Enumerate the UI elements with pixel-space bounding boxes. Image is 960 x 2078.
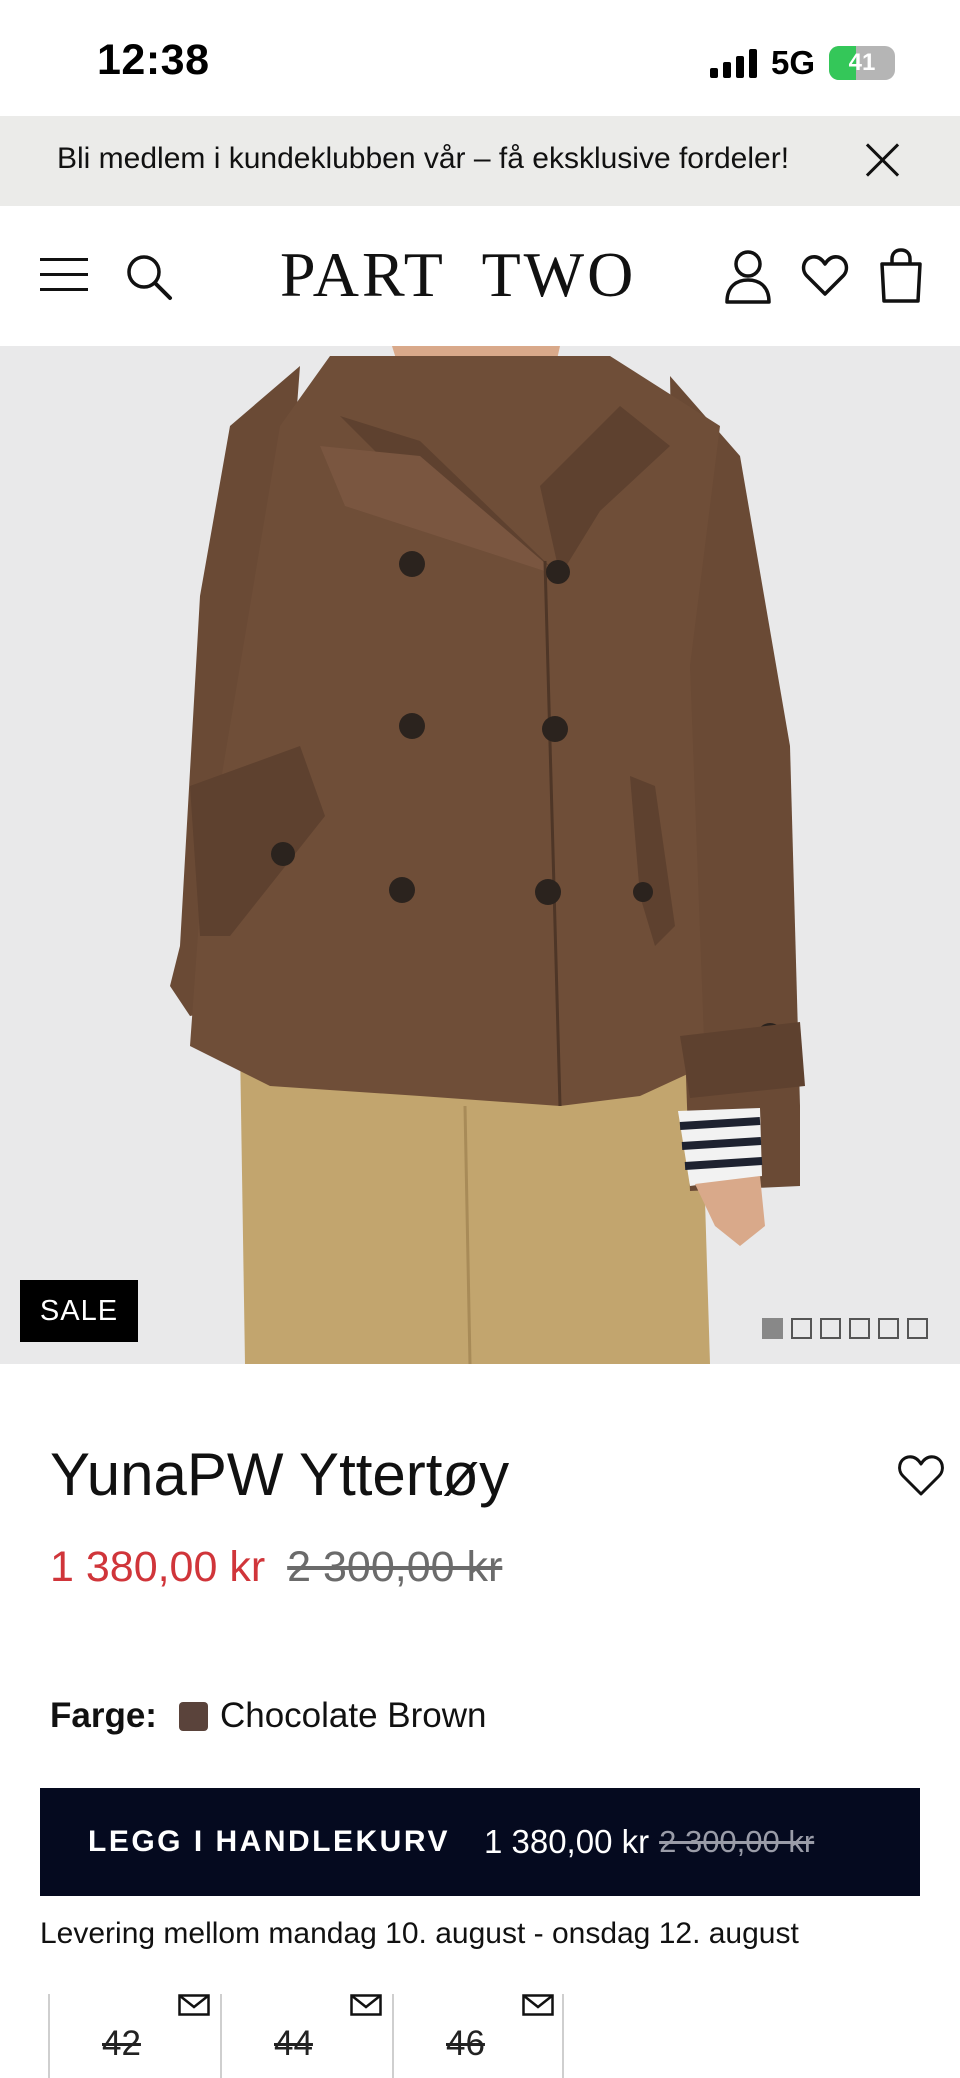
product-photo bbox=[170, 346, 805, 1364]
pagination-dot[interactable] bbox=[820, 1318, 841, 1339]
add-to-cart-original-price: 2 300,00 kr bbox=[659, 1824, 815, 1859]
site-logo[interactable]: PART TWO bbox=[280, 238, 636, 312]
site-header: PART TWO bbox=[0, 206, 960, 346]
product-image[interactable]: SALE bbox=[0, 346, 960, 1364]
heart-icon[interactable] bbox=[800, 250, 850, 300]
sale-price: 1 380,00 kr bbox=[50, 1543, 266, 1591]
bag-icon[interactable] bbox=[878, 248, 924, 304]
mail-icon[interactable] bbox=[178, 1994, 210, 2016]
price-row: 1 380,00 kr 2 300,00 kr bbox=[50, 1543, 502, 1592]
size-option[interactable]: 46 bbox=[392, 1994, 564, 2078]
promo-banner: Bli medlem i kundeklubben vår – få ekskl… bbox=[0, 116, 960, 206]
size-selector: 42 44 46 bbox=[48, 1994, 564, 2078]
pagination-dot[interactable] bbox=[849, 1318, 870, 1339]
pagination-dot[interactable] bbox=[907, 1318, 928, 1339]
color-selector[interactable]: Farge: Chocolate Brown bbox=[50, 1696, 487, 1736]
battery-icon: 41 bbox=[829, 46, 895, 80]
menu-icon[interactable] bbox=[40, 258, 88, 292]
pagination-dot[interactable] bbox=[791, 1318, 812, 1339]
close-icon[interactable] bbox=[862, 140, 902, 180]
status-bar: 12:38 5G 41 bbox=[0, 0, 960, 116]
size-label: 42 bbox=[102, 2024, 141, 2063]
product-title: YunaPW Yttertøy bbox=[50, 1441, 510, 1508]
signal-icon bbox=[709, 48, 757, 78]
search-icon[interactable] bbox=[124, 252, 174, 302]
pagination-dot[interactable] bbox=[762, 1318, 783, 1339]
status-indicators: 5G 41 bbox=[709, 44, 895, 82]
network-type: 5G bbox=[770, 44, 815, 81]
battery-level: 41 bbox=[848, 49, 876, 76]
original-price: 2 300,00 kr bbox=[287, 1543, 503, 1591]
pagination-dot[interactable] bbox=[878, 1318, 899, 1339]
size-option[interactable]: 42 bbox=[48, 1994, 220, 2078]
mail-icon[interactable] bbox=[522, 1994, 554, 2016]
color-label: Farge: bbox=[50, 1696, 157, 1735]
account-icon[interactable] bbox=[724, 248, 772, 304]
status-time: 12:38 bbox=[97, 36, 210, 84]
color-swatch[interactable] bbox=[178, 1701, 208, 1731]
promo-text: Bli medlem i kundeklubben vår – få ekskl… bbox=[57, 142, 790, 175]
heart-icon[interactable] bbox=[896, 1450, 946, 1498]
mail-icon[interactable] bbox=[350, 1994, 382, 2016]
sale-badge: SALE bbox=[20, 1280, 138, 1342]
add-to-cart-price: 1 380,00 kr bbox=[483, 1823, 650, 1860]
color-value: Chocolate Brown bbox=[219, 1696, 487, 1735]
size-option[interactable]: 44 bbox=[220, 1994, 392, 2078]
size-label: 46 bbox=[446, 2024, 485, 2063]
add-to-cart-button[interactable]: LEGG I HANDLEKURV 1 380,00 kr 2 300,00 k… bbox=[40, 1788, 920, 1896]
image-pagination[interactable] bbox=[762, 1318, 928, 1339]
size-label: 44 bbox=[274, 2024, 313, 2063]
add-to-cart-label: LEGG I HANDLEKURV bbox=[88, 1825, 450, 1858]
delivery-info: Levering mellom mandag 10. august - onsd… bbox=[40, 1917, 799, 1950]
